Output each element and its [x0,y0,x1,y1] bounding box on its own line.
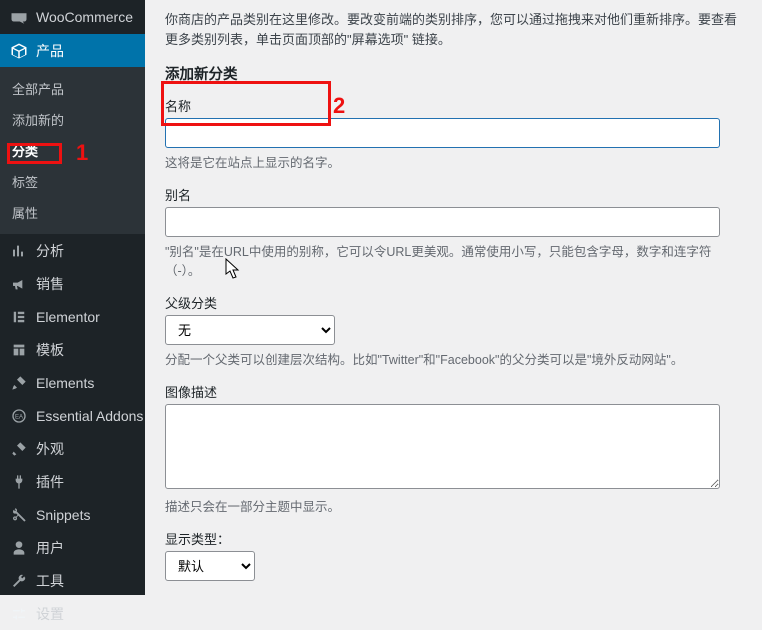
slug-field-wrap: 别名 "别名"是在URL中使用的别称，它可以令URL更美观。通常使用小写，只能包… [165,185,742,279]
user-icon [10,539,28,557]
sidebar-item-tools[interactable]: 工具 [0,564,145,597]
submenu-add-new[interactable]: 添加新的 [0,104,145,135]
elementor-icon [10,308,28,326]
display-type-field-wrap: 显示类型： 默认 [165,529,742,581]
sidebar-item-elements[interactable]: Elements [0,366,145,399]
box-icon [10,42,28,60]
appearance-icon [10,440,28,458]
name-field-wrap: 名称 这将是它在站点上显示的名字。 [165,96,742,171]
sidebar-item-products[interactable]: 产品 [0,34,145,67]
sidebar-item-label: 模板 [36,340,64,360]
sidebar-item-marketing[interactable]: 销售 [0,267,145,300]
description-textarea[interactable] [165,404,720,489]
submenu-all-products[interactable]: 全部产品 [0,73,145,104]
sidebar-item-label: 产品 [36,41,64,61]
plug-icon [10,473,28,491]
add-category-heading: 添加新分类 [165,63,742,84]
sidebar-item-settings[interactable]: 设置 [0,597,145,630]
admin-sidebar: WooCommerce 产品 全部产品 添加新的 分类 标签 属性 分析 销售 … [0,0,145,595]
slug-input[interactable] [165,207,720,237]
sidebar-item-label: Essential Addons [36,408,143,424]
sidebar-item-label: Elementor [36,309,100,325]
sidebar-item-users[interactable]: 用户 [0,531,145,564]
parent-help: 分配一个父类可以创建层次结构。比如"Twitter"和"Facebook"的父分… [165,349,742,368]
description-field-wrap: 图像描述 描述只会在一部分主题中显示。 [165,382,742,515]
submenu-attributes[interactable]: 属性 [0,197,145,228]
woocommerce-icon [10,8,28,26]
parent-field-wrap: 父级分类 无 分配一个父类可以创建层次结构。比如"Twitter"和"Faceb… [165,293,742,368]
main-content: 你商店的产品类别在这里修改。要改变前端的类别排序，您可以通过拖拽来对他们重新排序… [145,0,762,595]
intro-help-text: 你商店的产品类别在这里修改。要改变前端的类别排序，您可以通过拖拽来对他们重新排序… [165,10,742,49]
name-input[interactable] [165,118,720,148]
sidebar-item-analytics[interactable]: 分析 [0,234,145,267]
ea-icon: EA [10,407,28,425]
slug-label: 别名 [165,185,742,204]
sidebar-item-snippets[interactable]: Snippets [0,498,145,531]
paintbrush-icon [10,374,28,392]
sidebar-item-label: Elements [36,375,94,391]
sidebar-item-essential-addons[interactable]: EA Essential Addons [0,399,145,432]
megaphone-icon [10,275,28,293]
sidebar-item-plugins[interactable]: 插件 [0,465,145,498]
sidebar-item-templates[interactable]: 模板 [0,333,145,366]
description-label: 图像描述 [165,382,742,401]
sidebar-item-elementor[interactable]: Elementor [0,300,145,333]
parent-label: 父级分类 [165,293,742,312]
parent-select[interactable]: 无 [165,315,335,345]
submenu-tags[interactable]: 标签 [0,166,145,197]
description-help: 描述只会在一部分主题中显示。 [165,496,742,515]
sidebar-item-label: 用户 [36,538,64,558]
submenu-categories[interactable]: 分类 [0,135,145,166]
name-label: 名称 [165,96,742,115]
bars-icon [10,242,28,260]
slug-help: "别名"是在URL中使用的别称，它可以令URL更美观。通常使用小写，只能包含字母… [165,241,742,279]
name-help: 这将是它在站点上显示的名字。 [165,152,742,171]
svg-text:EA: EA [15,414,23,420]
sliders-icon [10,605,28,623]
sidebar-item-label: 设置 [36,604,64,624]
products-submenu: 全部产品 添加新的 分类 标签 属性 [0,67,145,234]
sidebar-item-label: 插件 [36,472,64,492]
sidebar-item-label: Snippets [36,507,90,523]
sidebar-item-label: 外观 [36,439,64,459]
wrench-icon [10,572,28,590]
sidebar-item-label: WooCommerce [36,9,133,25]
display-type-select[interactable]: 默认 [165,551,255,581]
sidebar-item-label: 工具 [36,571,64,591]
sidebar-item-appearance[interactable]: 外观 [0,432,145,465]
display-type-label: 显示类型： [165,529,742,548]
templates-icon [10,341,28,359]
scissors-icon [10,506,28,524]
sidebar-item-woocommerce[interactable]: WooCommerce [0,0,145,34]
sidebar-item-label: 销售 [36,274,64,294]
sidebar-item-label: 分析 [36,241,64,261]
